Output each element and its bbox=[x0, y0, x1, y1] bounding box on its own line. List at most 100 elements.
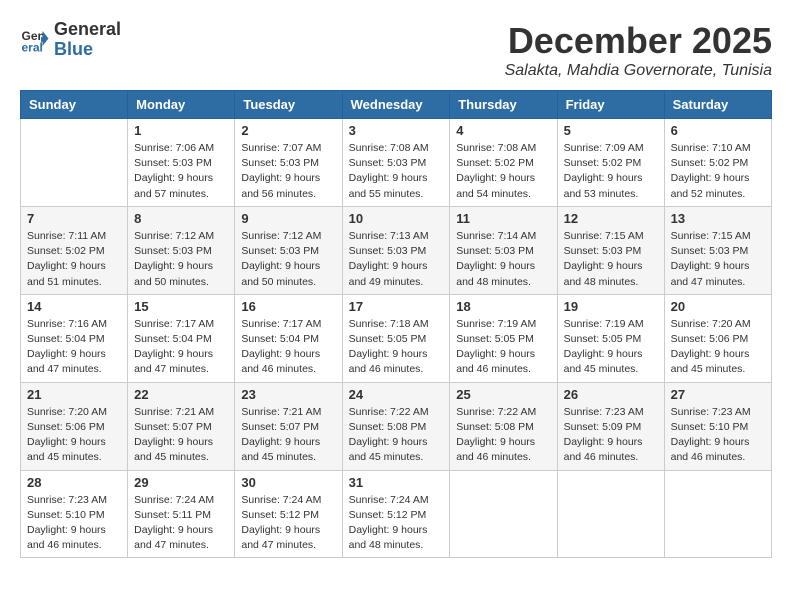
day-info: Sunrise: 7:24 AMSunset: 5:12 PMDaylight:… bbox=[349, 493, 444, 554]
weekday-header-cell: Wednesday bbox=[342, 91, 450, 119]
calendar-cell bbox=[557, 470, 664, 558]
day-number: 13 bbox=[671, 211, 765, 226]
day-number: 29 bbox=[134, 475, 228, 490]
month-title: December 2025 bbox=[505, 20, 772, 62]
day-number: 15 bbox=[134, 299, 228, 314]
day-number: 17 bbox=[349, 299, 444, 314]
day-number: 4 bbox=[456, 123, 550, 138]
calendar-week-row: 1Sunrise: 7:06 AMSunset: 5:03 PMDaylight… bbox=[21, 119, 772, 207]
weekday-header-row: SundayMondayTuesdayWednesdayThursdayFrid… bbox=[21, 91, 772, 119]
calendar-cell: 6Sunrise: 7:10 AMSunset: 5:02 PMDaylight… bbox=[664, 119, 771, 207]
day-info: Sunrise: 7:21 AMSunset: 5:07 PMDaylight:… bbox=[134, 405, 228, 466]
logo-blue: Blue bbox=[54, 40, 121, 60]
calendar-cell: 21 Sunrise: 7:20 AMSunset: 5:06 PMDayligh… bbox=[21, 382, 128, 470]
location-title: Salakta, Mahdia Governorate, Tunisia bbox=[505, 62, 772, 80]
day-info: Sunrise: 7:22 AMSunset: 5:08 PMDaylight:… bbox=[349, 405, 444, 466]
calendar-cell bbox=[21, 119, 128, 207]
day-number: 18 bbox=[456, 299, 550, 314]
weekday-header-cell: Thursday bbox=[450, 91, 557, 119]
logo-general: General bbox=[54, 20, 121, 40]
calendar-cell: 9 Sunrise: 7:12 AMSunset: 5:03 PMDaylight… bbox=[235, 206, 342, 294]
day-number: 2 bbox=[241, 123, 335, 138]
calendar-table: SundayMondayTuesdayWednesdayThursdayFrid… bbox=[20, 90, 772, 558]
day-info: Sunrise: 7:23 AMSunset: 5:10 PMDaylight:… bbox=[671, 405, 765, 466]
logo-text: General Blue bbox=[54, 20, 121, 60]
day-info: Sunrise: 7:15 AMSunset: 5:03 PMDaylight:… bbox=[564, 229, 658, 290]
calendar-cell: 10Sunrise: 7:13 AMSunset: 5:03 PMDayligh… bbox=[342, 206, 450, 294]
day-info: Sunrise: 7:24 AMSunset: 5:11 PMDaylight:… bbox=[134, 493, 228, 554]
calendar-cell: 29 Sunrise: 7:24 AMSunset: 5:11 PMDayligh… bbox=[128, 470, 235, 558]
calendar-cell: 13 Sunrise: 7:15 AMSunset: 5:03 PMDayligh… bbox=[664, 206, 771, 294]
header: Gen eral ▶ General Blue December 2025 Sa… bbox=[20, 20, 772, 80]
calendar-body: 1Sunrise: 7:06 AMSunset: 5:03 PMDaylight… bbox=[21, 119, 772, 558]
day-number: 7 bbox=[27, 211, 121, 226]
day-info: Sunrise: 7:17 AMSunset: 5:04 PMDaylight:… bbox=[134, 317, 228, 378]
calendar-cell: 16Sunrise: 7:17 AMSunset: 5:04 PMDayligh… bbox=[235, 294, 342, 382]
day-number: 23 bbox=[241, 387, 335, 402]
day-info: Sunrise: 7:14 AMSunset: 5:03 PMDaylight:… bbox=[456, 229, 550, 290]
weekday-header-cell: Monday bbox=[128, 91, 235, 119]
day-number: 27 bbox=[671, 387, 765, 402]
day-number: 9 bbox=[241, 211, 335, 226]
day-info: Sunrise: 7:09 AMSunset: 5:02 PMDaylight:… bbox=[564, 141, 658, 202]
calendar-cell: 8 Sunrise: 7:12 AMSunset: 5:03 PMDaylight… bbox=[128, 206, 235, 294]
day-info: Sunrise: 7:21 AMSunset: 5:07 PMDaylight:… bbox=[241, 405, 335, 466]
day-number: 28 bbox=[27, 475, 121, 490]
day-info: Sunrise: 7:08 AMSunset: 5:03 PMDaylight:… bbox=[349, 141, 444, 202]
day-number: 14 bbox=[27, 299, 121, 314]
day-number: 1 bbox=[134, 123, 228, 138]
day-number: 11 bbox=[456, 211, 550, 226]
weekday-header-cell: Friday bbox=[557, 91, 664, 119]
logo: Gen eral ▶ General Blue bbox=[20, 20, 121, 60]
day-info: Sunrise: 7:24 AMSunset: 5:12 PMDaylight:… bbox=[241, 493, 335, 554]
day-info: Sunrise: 7:23 AMSunset: 5:10 PMDaylight:… bbox=[27, 493, 121, 554]
day-info: Sunrise: 7:18 AMSunset: 5:05 PMDaylight:… bbox=[349, 317, 444, 378]
calendar-cell: 5 Sunrise: 7:09 AMSunset: 5:02 PMDaylight… bbox=[557, 119, 664, 207]
day-number: 6 bbox=[671, 123, 765, 138]
title-area: December 2025 Salakta, Mahdia Governorat… bbox=[505, 20, 772, 80]
calendar-week-row: 28 Sunrise: 7:23 AMSunset: 5:10 PMDayligh… bbox=[21, 470, 772, 558]
day-info: Sunrise: 7:19 AMSunset: 5:05 PMDaylight:… bbox=[456, 317, 550, 378]
day-number: 20 bbox=[671, 299, 765, 314]
day-info: Sunrise: 7:20 AMSunset: 5:06 PMDaylight:… bbox=[27, 405, 121, 466]
calendar-cell bbox=[664, 470, 771, 558]
day-info: Sunrise: 7:07 AMSunset: 5:03 PMDaylight:… bbox=[241, 141, 335, 202]
day-number: 22 bbox=[134, 387, 228, 402]
day-info: Sunrise: 7:15 AMSunset: 5:03 PMDaylight:… bbox=[671, 229, 765, 290]
day-info: Sunrise: 7:23 AMSunset: 5:09 PMDaylight:… bbox=[564, 405, 658, 466]
day-number: 8 bbox=[134, 211, 228, 226]
svg-text:eral: eral bbox=[22, 40, 43, 54]
calendar-cell: 1Sunrise: 7:06 AMSunset: 5:03 PMDaylight… bbox=[128, 119, 235, 207]
day-info: Sunrise: 7:12 AMSunset: 5:03 PMDaylight:… bbox=[134, 229, 228, 290]
calendar-week-row: 14 Sunrise: 7:16 AMSunset: 5:04 PMDayligh… bbox=[21, 294, 772, 382]
calendar-cell: 18 Sunrise: 7:19 AMSunset: 5:05 PMDayligh… bbox=[450, 294, 557, 382]
day-number: 30 bbox=[241, 475, 335, 490]
day-info: Sunrise: 7:22 AMSunset: 5:08 PMDaylight:… bbox=[456, 405, 550, 466]
day-info: Sunrise: 7:08 AMSunset: 5:02 PMDaylight:… bbox=[456, 141, 550, 202]
day-number: 24 bbox=[349, 387, 444, 402]
day-number: 21 bbox=[27, 387, 121, 402]
day-number: 16 bbox=[241, 299, 335, 314]
day-info: Sunrise: 7:12 AMSunset: 5:03 PMDaylight:… bbox=[241, 229, 335, 290]
calendar-cell: 26Sunrise: 7:23 AMSunset: 5:09 PMDayligh… bbox=[557, 382, 664, 470]
calendar-cell: 30 Sunrise: 7:24 AMSunset: 5:12 PMDayligh… bbox=[235, 470, 342, 558]
calendar-cell: 28 Sunrise: 7:23 AMSunset: 5:10 PMDayligh… bbox=[21, 470, 128, 558]
calendar-cell: 27 Sunrise: 7:23 AMSunset: 5:10 PMDayligh… bbox=[664, 382, 771, 470]
weekday-header-cell: Sunday bbox=[21, 91, 128, 119]
calendar-cell: 2 Sunrise: 7:07 AMSunset: 5:03 PMDaylight… bbox=[235, 119, 342, 207]
day-info: Sunrise: 7:20 AMSunset: 5:06 PMDaylight:… bbox=[671, 317, 765, 378]
calendar-cell: 22 Sunrise: 7:21 AMSunset: 5:07 PMDayligh… bbox=[128, 382, 235, 470]
day-number: 31 bbox=[349, 475, 444, 490]
day-info: Sunrise: 7:19 AMSunset: 5:05 PMDaylight:… bbox=[564, 317, 658, 378]
logo-icon: Gen eral ▶ bbox=[20, 25, 50, 55]
weekday-header-cell: Tuesday bbox=[235, 91, 342, 119]
day-info: Sunrise: 7:16 AMSunset: 5:04 PMDaylight:… bbox=[27, 317, 121, 378]
calendar-cell: 31 Sunrise: 7:24 AMSunset: 5:12 PMDayligh… bbox=[342, 470, 450, 558]
calendar-cell: 3Sunrise: 7:08 AMSunset: 5:03 PMDaylight… bbox=[342, 119, 450, 207]
calendar-cell: 15 Sunrise: 7:17 AMSunset: 5:04 PMDayligh… bbox=[128, 294, 235, 382]
day-number: 25 bbox=[456, 387, 550, 402]
day-number: 5 bbox=[564, 123, 658, 138]
calendar-cell: 17 Sunrise: 7:18 AMSunset: 5:05 PMDayligh… bbox=[342, 294, 450, 382]
day-number: 12 bbox=[564, 211, 658, 226]
calendar-cell: 14 Sunrise: 7:16 AMSunset: 5:04 PMDayligh… bbox=[21, 294, 128, 382]
